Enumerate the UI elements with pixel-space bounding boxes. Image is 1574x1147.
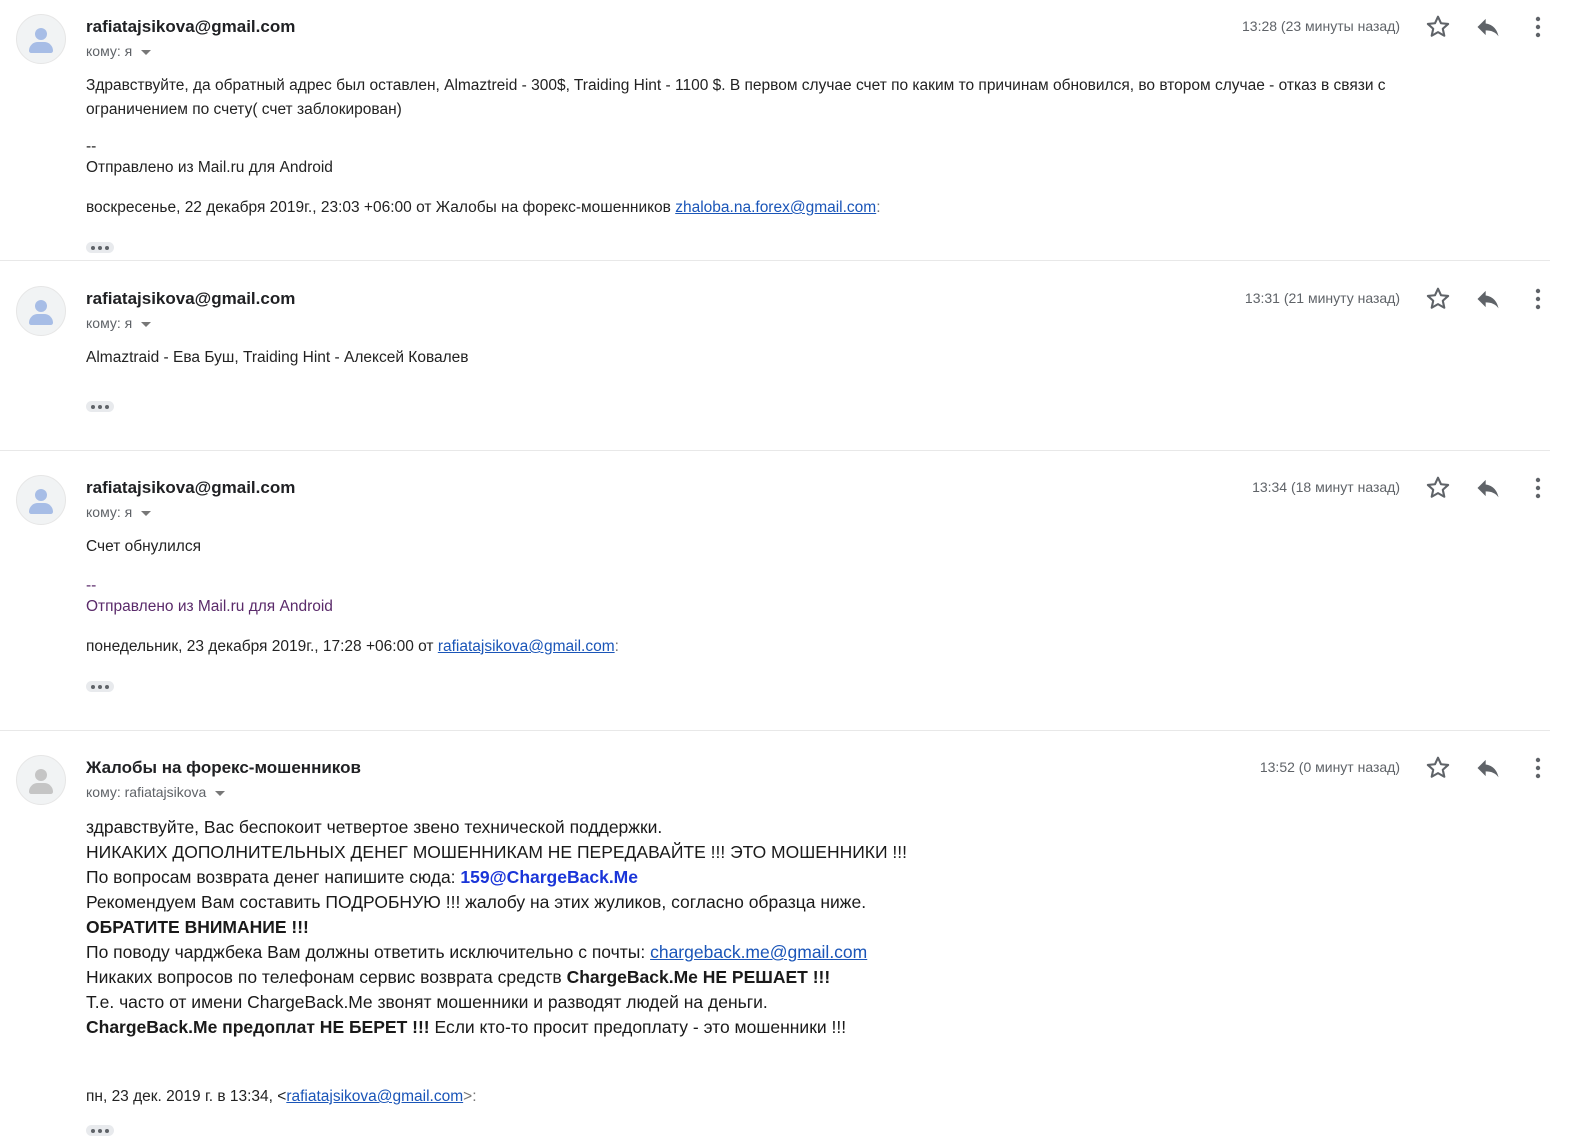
recipient-label: кому: я — [86, 315, 133, 331]
message-4: Жалобы на форекс-мошенников кому: rafiat… — [0, 731, 1550, 1147]
star-button[interactable] — [1424, 754, 1452, 782]
body-text: По вопросам возврата денег напишите сюда… — [86, 867, 456, 887]
message-body: Счет обнулился -- Отправлено из Mail.ru … — [86, 535, 619, 659]
chargeback-email-link[interactable]: 159@ChargeBack.Me — [460, 867, 638, 887]
reply-button[interactable] — [1474, 754, 1502, 782]
message-2: rafiatajsikova@gmail.com кому: я 13:31 (… — [0, 261, 1550, 450]
show-trimmed-content-button[interactable] — [86, 401, 114, 412]
star-button[interactable] — [1424, 285, 1452, 313]
body-line: Здравствуйте, да обратный адрес был оста… — [86, 77, 1386, 94]
star-icon — [1426, 756, 1450, 778]
quote-header: понедельник, 23 декабря 2019г., 17:28 +0… — [86, 635, 619, 659]
avatar[interactable] — [16, 475, 66, 525]
more-options-button[interactable] — [1524, 754, 1552, 782]
body-line: Т.е. часто от имени ChargeBack.Me звонят… — [86, 992, 768, 1012]
body-line: По вопросам возврата денег напишите сюда… — [86, 865, 907, 890]
recipient-details[interactable]: кому: я — [86, 504, 152, 520]
warning-heading: ОБРАТИТЕ ВНИМАНИЕ !!! — [86, 917, 309, 937]
sender-name[interactable]: rafiatajsikova@gmail.com — [86, 289, 295, 309]
signature-dashes: -- — [86, 138, 97, 155]
timestamp: 13:31 (21 минуту назад) — [1244, 290, 1400, 306]
body-text: По поводу чарджбека Вам должны ответить … — [86, 942, 646, 962]
show-trimmed-content-button[interactable] — [86, 242, 114, 253]
recipient-label: кому: rafiatajsikova — [86, 784, 207, 800]
body-text: Если кто-то просит предоплату - это моше… — [434, 1017, 847, 1037]
chevron-down-icon[interactable] — [141, 321, 152, 327]
signature-line: Отправлено из Mail.ru для Android — [86, 159, 333, 176]
quote-email-link[interactable]: rafiatajsikova@gmail.com — [438, 638, 615, 655]
email-thread: rafiatajsikova@gmail.com кому: я 13:28 (… — [0, 0, 1574, 1147]
quote-header: пн, 23 дек. 2019 г. в 13:34, <rafiatajsi… — [86, 1085, 477, 1109]
message-1: rafiatajsikova@gmail.com кому: я 13:28 (… — [0, 0, 1550, 260]
body-line: По поводу чарджбека Вам должны ответить … — [86, 940, 907, 965]
recipient-label: кому: я — [86, 504, 133, 520]
official-email-link[interactable]: chargeback.me@gmail.com — [650, 942, 867, 962]
quote-suffix: : — [614, 638, 619, 655]
more-vert-icon — [1535, 477, 1541, 499]
quote-suffix: : — [876, 199, 881, 216]
quote-header-text: воскресенье, 22 декабря 2019г., 23:03 +0… — [86, 199, 671, 216]
sender-name[interactable]: rafiatajsikova@gmail.com — [86, 478, 295, 498]
star-button[interactable] — [1424, 474, 1452, 502]
message-body: здравствуйте, Вас беспокоит четвертое зв… — [86, 815, 907, 1040]
chevron-down-icon[interactable] — [141, 510, 152, 516]
reply-icon — [1477, 759, 1499, 778]
recipient-label: кому: я — [86, 43, 133, 59]
body-line: Рекомендуем Вам составить ПОДРОБНУЮ !!! … — [86, 892, 867, 912]
show-trimmed-content-button[interactable] — [86, 681, 114, 692]
avatar[interactable] — [16, 14, 66, 64]
more-vert-icon — [1535, 16, 1541, 38]
body-text: Никаких вопросов по телефонам сервис воз… — [86, 967, 562, 987]
signature-dashes: -- — [86, 577, 97, 594]
chevron-down-icon[interactable] — [141, 49, 152, 55]
quote-email-link[interactable]: rafiatajsikova@gmail.com — [286, 1088, 463, 1105]
signature-line: Отправлено из Mail.ru для Android — [86, 598, 333, 615]
recipient-details[interactable]: кому: rafiatajsikova — [86, 784, 226, 800]
timestamp: 13:52 (0 минут назад) — [1259, 759, 1400, 775]
sender-name[interactable]: rafiatajsikova@gmail.com — [86, 17, 295, 37]
message-body: Almaztraid - Ева Буш, Traiding Hint - Ал… — [86, 346, 469, 370]
reply-button[interactable] — [1474, 13, 1502, 41]
more-vert-icon — [1535, 288, 1541, 310]
body-line: ChargeBack.Me предоплат НЕ БЕРЕТ !!! Есл… — [86, 1015, 907, 1040]
quote-header: воскресенье, 22 декабря 2019г., 23:03 +0… — [86, 196, 1386, 220]
body-line: Almaztraid - Ева Буш, Traiding Hint - Ал… — [86, 349, 469, 366]
quote-header-text: пн, 23 дек. 2019 г. в 13:34, < — [86, 1088, 287, 1105]
reply-button[interactable] — [1474, 285, 1502, 313]
body-line: Никаких вопросов по телефонам сервис воз… — [86, 965, 907, 990]
message-body: Здравствуйте, да обратный адрес был оста… — [86, 74, 1386, 220]
body-line: здравствуйте, Вас беспокоит четвертое зв… — [86, 817, 663, 837]
star-icon — [1426, 287, 1450, 309]
reply-icon — [1477, 479, 1499, 498]
body-bold-text: ChargeBack.Me предоплат НЕ БЕРЕТ !!! — [86, 1017, 430, 1037]
reply-button[interactable] — [1474, 474, 1502, 502]
avatar[interactable] — [16, 286, 66, 336]
body-line: ОБРАТИТЕ ВНИМАНИЕ !!! — [86, 915, 907, 940]
body-bold-text: ChargeBack.Me НЕ РЕШАЕТ !!! — [566, 967, 831, 987]
timestamp: 13:28 (23 минуты назад) — [1242, 18, 1400, 34]
timestamp: 13:34 (18 минут назад) — [1252, 479, 1400, 495]
reply-icon — [1477, 18, 1499, 37]
message-3: rafiatajsikova@gmail.com кому: я 13:34 (… — [0, 451, 1550, 730]
more-options-button[interactable] — [1524, 474, 1552, 502]
more-vert-icon — [1535, 757, 1541, 779]
body-line: НИКАКИХ ДОПОЛНИТЕЛЬНЫХ ДЕНЕГ МОШЕННИКАМ … — [86, 842, 908, 862]
recipient-details[interactable]: кому: я — [86, 43, 152, 59]
star-icon — [1426, 476, 1450, 498]
quote-header-text: понедельник, 23 декабря 2019г., 17:28 +0… — [86, 638, 434, 655]
star-icon — [1426, 15, 1450, 37]
body-line: Счет обнулился — [86, 538, 201, 555]
quote-suffix: >: — [463, 1088, 477, 1105]
recipient-details[interactable]: кому: я — [86, 315, 152, 331]
quote-email-link[interactable]: zhaloba.na.forex@gmail.com — [675, 199, 876, 216]
more-options-button[interactable] — [1524, 285, 1552, 313]
body-line: ограничением по счету( счет заблокирован… — [86, 101, 402, 118]
more-options-button[interactable] — [1524, 13, 1552, 41]
chevron-down-icon[interactable] — [215, 790, 226, 796]
avatar[interactable] — [16, 755, 66, 805]
star-button[interactable] — [1424, 13, 1452, 41]
sender-name[interactable]: Жалобы на форекс-мошенников — [86, 758, 361, 778]
show-trimmed-content-button[interactable] — [86, 1125, 114, 1136]
reply-icon — [1477, 290, 1499, 309]
